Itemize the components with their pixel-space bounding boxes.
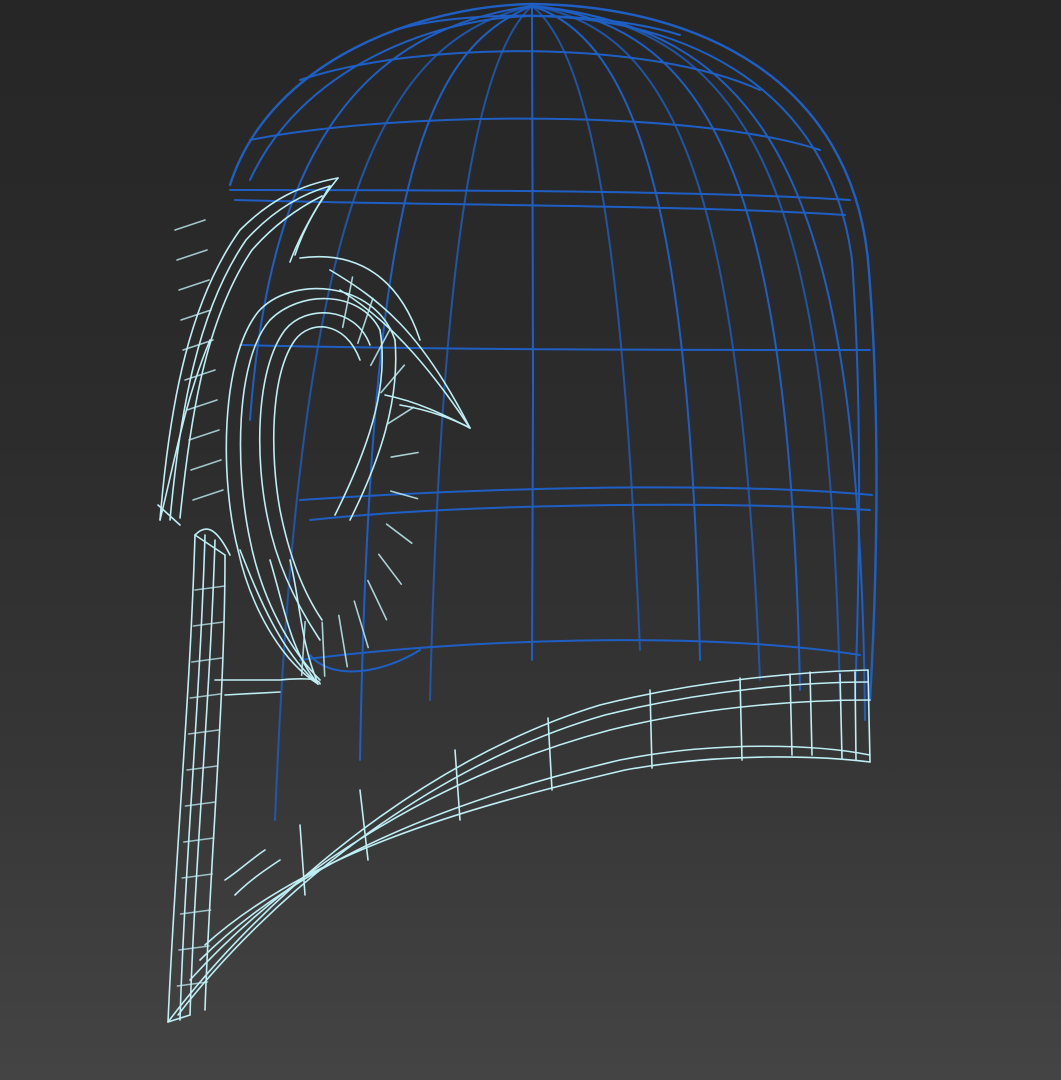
shell-latitude-line — [249, 117, 821, 151]
trim-wire-line — [234, 859, 281, 896]
trim-wire-line — [349, 339, 397, 521]
trim-fin-tick — [188, 429, 220, 441]
trim-wire-line — [854, 671, 857, 761]
trim-wire-line — [167, 669, 869, 1023]
trim-wire-line — [789, 673, 793, 756]
trim-fin-tick — [192, 489, 224, 501]
trim-frame-tick — [186, 765, 218, 771]
trim-fin-tick — [174, 219, 206, 231]
trim-ring-tick — [367, 579, 388, 621]
trim-wire-line — [199, 745, 871, 961]
trim-ring-tick — [378, 553, 403, 585]
trim-fin-tick — [178, 279, 210, 291]
trim-wire-line — [289, 559, 319, 685]
trim-fin-tick — [190, 459, 222, 471]
trim-fin-tick — [176, 249, 208, 261]
shell-latitude-line — [309, 503, 871, 521]
trim-wire-line — [272, 326, 361, 621]
trim-ring-tick — [321, 621, 326, 677]
trim-wire-line — [159, 339, 211, 521]
shell-meridian-line — [531, 5, 701, 661]
trim-frame-tick — [192, 621, 225, 627]
shell-meridian-line — [531, 5, 535, 661]
trim-ring-tick — [338, 614, 349, 668]
trim-ring-tick — [353, 600, 369, 649]
trim-fin-tick — [186, 399, 218, 411]
trim-wire-line — [839, 673, 843, 759]
trim-ring-tick — [385, 523, 413, 544]
trim-frame-tick — [191, 657, 223, 663]
shell-latitude-line — [234, 199, 846, 216]
trim-ring-tick — [390, 451, 419, 458]
shell-latitude-line — [299, 639, 861, 661]
trim-wire-line — [649, 689, 653, 769]
shell-meridian-line — [531, 5, 841, 701]
shell-meridian-line — [429, 5, 533, 701]
trim-ring-tick — [387, 406, 415, 425]
trim-wire-line — [214, 678, 321, 685]
trim-frame-tick — [189, 693, 221, 699]
trim-wire-line — [194, 528, 231, 556]
trim-wire-line — [224, 691, 281, 696]
helmet-wireframe[interactable] — [0, 0, 1061, 1080]
trim-frame-tick — [194, 585, 226, 591]
shell-meridian-line — [531, 5, 761, 681]
helmet-shell-wire — [228, 2, 878, 821]
shell-outline — [228, 2, 878, 702]
helmet-trim-wire — [157, 177, 871, 1023]
trim-wire-line — [169, 185, 331, 521]
shell-latitude-line — [299, 486, 873, 501]
trim-wire-line — [177, 681, 869, 1016]
3d-viewport[interactable] — [0, 0, 1061, 1080]
trim-frame-tick — [187, 729, 220, 735]
shell-meridian-line — [531, 5, 641, 651]
trim-ring-tick — [380, 364, 406, 394]
trim-fin-tick — [184, 369, 216, 381]
trim-wire-line — [204, 756, 871, 946]
